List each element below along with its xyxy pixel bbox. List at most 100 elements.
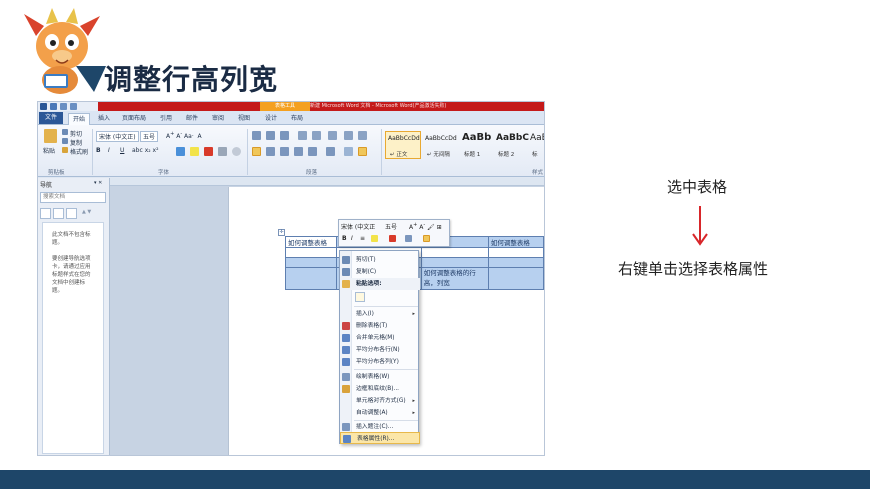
table-cell[interactable] <box>420 247 489 258</box>
align-right-icon[interactable] <box>280 147 289 156</box>
underline-button[interactable]: U <box>120 147 124 154</box>
align-center-icon[interactable] <box>266 147 275 156</box>
numbering-icon[interactable] <box>266 131 275 140</box>
copy-icon <box>342 268 350 276</box>
font-size-select[interactable]: 五号 <box>140 131 159 142</box>
text-effects-icon[interactable] <box>176 147 185 156</box>
cut-button[interactable]: 剪切 <box>70 129 82 138</box>
nav-arrows-icon[interactable]: ▲ ▼ <box>82 209 91 215</box>
tab-insert[interactable]: 插入 <box>94 113 114 125</box>
sort-icon[interactable] <box>344 131 353 140</box>
bullets-icon[interactable] <box>252 131 261 140</box>
align-left-icon[interactable] <box>252 147 261 156</box>
tab-view[interactable]: 视图 <box>234 113 254 125</box>
menu-item-draw-table[interactable]: 绘制表格(W) <box>340 371 420 383</box>
char-shading-icon[interactable] <box>218 147 227 156</box>
paste-keep-text-icon[interactable] <box>355 292 365 302</box>
table-cell[interactable] <box>420 257 489 268</box>
menu-item-autofit[interactable]: 自动调整(A) ▸ <box>340 407 420 419</box>
bold-button[interactable]: B <box>96 147 101 154</box>
nav-close-icon[interactable]: ▾ ✕ <box>94 180 102 186</box>
font-name-select[interactable]: 宋体 (中文正) <box>96 131 139 142</box>
table-move-handle-icon[interactable]: ✛ <box>278 229 285 236</box>
menu-item-copy[interactable]: 复制(C) <box>340 266 420 278</box>
word-logo-icon <box>40 103 47 110</box>
shading-icon[interactable] <box>344 147 353 156</box>
style-no-spacing[interactable]: AaBbCcDd ↵ 无间隔 <box>422 131 458 159</box>
justify-icon[interactable] <box>294 147 303 156</box>
chinese-layout-icon[interactable] <box>328 131 337 140</box>
decrease-indent-icon[interactable] <box>298 131 307 140</box>
table-cell[interactable]: 如何调整表格 <box>284 236 338 248</box>
distribute-rows-icon <box>342 346 350 354</box>
format-painter-button[interactable]: 格式刷 <box>70 147 88 156</box>
save-icon[interactable] <box>50 103 57 110</box>
mini-font-color-icon[interactable] <box>389 235 396 242</box>
table-cell[interactable] <box>284 247 338 258</box>
menu-item-merge-cells[interactable]: 合并单元格(M) <box>340 332 420 344</box>
menu-item-cut[interactable]: 剪切(T) <box>340 254 420 266</box>
tab-home[interactable]: 开始 <box>68 113 91 125</box>
menu-item-distribute-rows[interactable]: 平均分布各行(N) <box>340 344 420 356</box>
show-marks-icon[interactable] <box>358 131 367 140</box>
nav-search-input[interactable]: 搜索文档 <box>40 192 106 203</box>
table-cell[interactable]: 如何调整表格的行高，列宽 <box>420 267 489 290</box>
table-cell[interactable] <box>487 257 544 268</box>
paste-button[interactable]: 粘贴 <box>43 146 55 155</box>
line-spacing-icon[interactable] <box>326 147 335 156</box>
mini-toolbar: 宋体 (中文正 五号 A+ A- 🖌 ⊞ B I ≡ <box>338 219 450 247</box>
mini-border-icon[interactable] <box>423 235 430 242</box>
mini-center-icon[interactable]: ≡ <box>360 235 365 242</box>
style-heading-2[interactable]: AaBbC 标题 2 <box>493 131 529 159</box>
redo-icon[interactable] <box>70 103 77 110</box>
distributed-icon[interactable] <box>308 147 317 156</box>
table-cell[interactable] <box>284 257 338 268</box>
table-cell[interactable] <box>487 267 544 290</box>
mini-font-select[interactable]: 宋体 (中文正 <box>341 222 375 231</box>
group-font-label: 字体 <box>158 170 170 176</box>
menu-item-cell-alignment[interactable]: 单元格对齐方式(G) ▸ <box>340 395 420 407</box>
mini-size-select[interactable]: 五号 <box>385 222 397 231</box>
cut-icon[interactable] <box>62 129 68 135</box>
tab-references[interactable]: 引用 <box>156 113 176 125</box>
table-cell[interactable] <box>487 247 544 258</box>
tab-design[interactable]: 设计 <box>261 113 281 125</box>
menu-item-table-properties[interactable]: 表格属性(R)... <box>340 432 420 444</box>
mini-highlight-icon[interactable] <box>371 235 378 242</box>
tab-layout[interactable]: 布局 <box>287 113 307 125</box>
increase-indent-icon[interactable] <box>312 131 321 140</box>
tab-page-layout[interactable]: 页面布局 <box>118 113 150 125</box>
copy-icon[interactable] <box>62 138 68 144</box>
copy-button[interactable]: 复制 <box>70 138 82 147</box>
style-title[interactable]: AaB 标 <box>527 131 544 159</box>
paste-icon[interactable] <box>44 129 57 143</box>
mini-bold-button[interactable]: B <box>342 235 347 242</box>
nav-tab-results[interactable] <box>66 208 77 219</box>
grow-font-icon[interactable]: A+ A- Aa· A <box>166 131 202 140</box>
mini-shading-icon[interactable] <box>405 235 412 242</box>
tab-mailings[interactable]: 邮件 <box>182 113 202 125</box>
highlight-icon[interactable] <box>190 147 199 156</box>
tab-review[interactable]: 审阅 <box>208 113 228 125</box>
menu-item-insert[interactable]: 插入(I) ▸ <box>340 308 420 320</box>
style-heading-1[interactable]: AaBb 标题 1 <box>459 131 495 159</box>
menu-item-distribute-columns[interactable]: 平均分布各列(Y) <box>340 356 420 368</box>
nav-tab-headings[interactable] <box>40 208 51 219</box>
undo-icon[interactable] <box>60 103 67 110</box>
mini-grow-font-icon[interactable]: A+ A- 🖌 ⊞ <box>409 222 442 231</box>
nav-tab-pages[interactable] <box>53 208 64 219</box>
italic-button[interactable]: I <box>108 147 110 154</box>
multilevel-list-icon[interactable] <box>280 131 289 140</box>
table-cell[interactable] <box>284 267 338 290</box>
table-cell[interactable]: 如何调整表格 <box>487 236 544 248</box>
menu-item-delete-table[interactable]: 删除表格(T) <box>340 320 420 332</box>
menu-item-borders[interactable]: 边框和底纹(B)... <box>340 383 420 395</box>
strikethrough-button[interactable]: abc x₂ x² <box>132 147 159 154</box>
style-normal[interactable]: AaBbCcDd ↵ 正文 <box>385 131 421 159</box>
enclose-char-icon[interactable] <box>232 147 241 156</box>
tab-file[interactable]: 文件 <box>39 112 63 124</box>
border-icon[interactable] <box>358 147 367 156</box>
mini-italic-button[interactable]: I <box>351 235 353 242</box>
format-painter-icon[interactable] <box>62 147 68 153</box>
font-color-icon[interactable] <box>204 147 213 156</box>
